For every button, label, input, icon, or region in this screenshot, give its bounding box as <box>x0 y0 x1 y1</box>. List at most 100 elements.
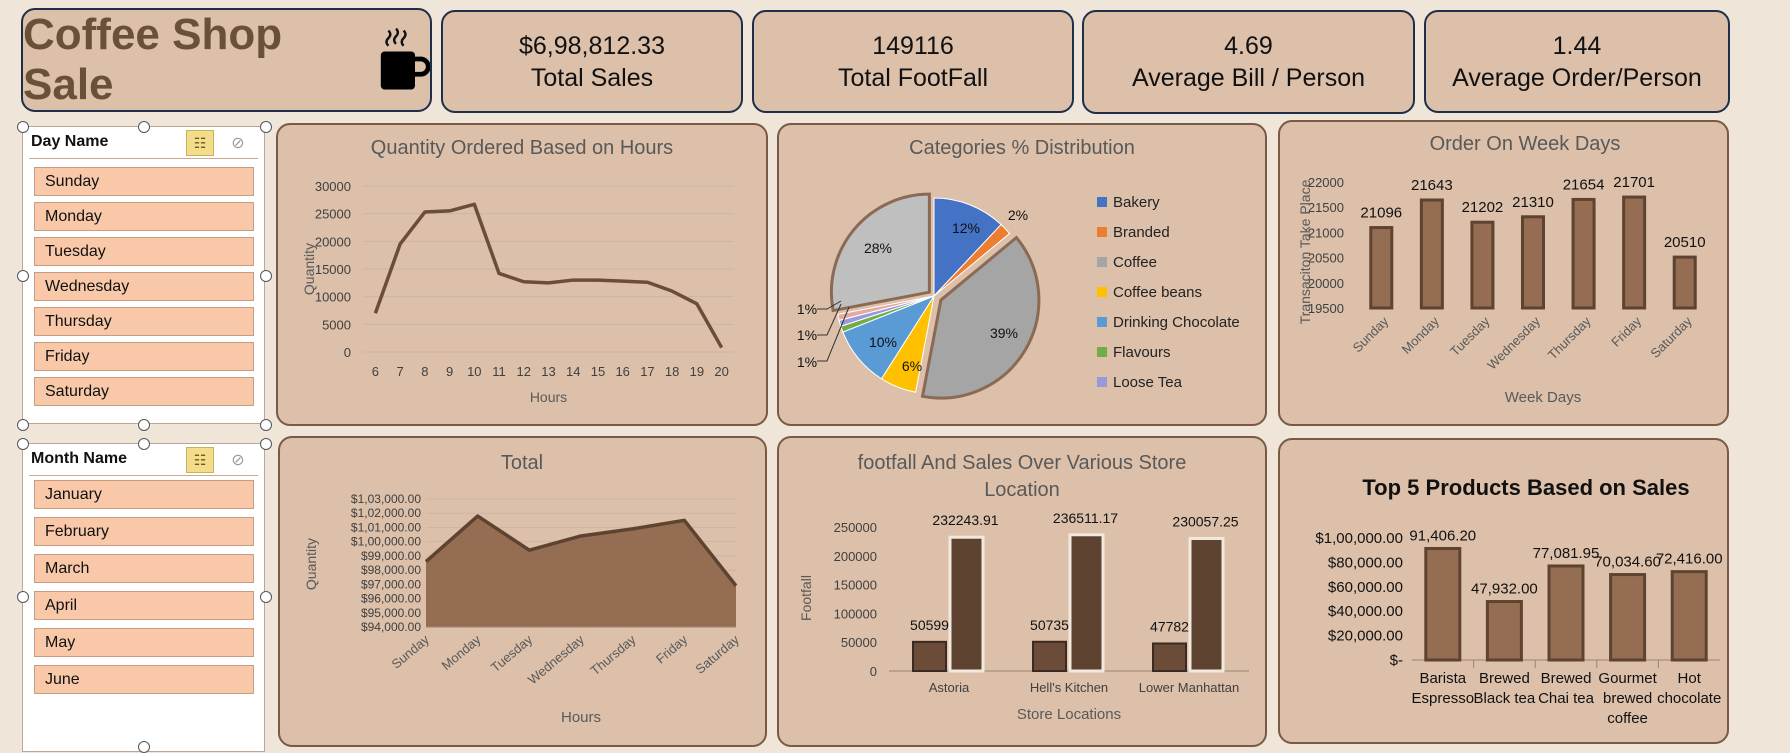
x-tick-label: Chai tea <box>1538 690 1595 707</box>
slicer-item-april[interactable]: April <box>34 591 254 620</box>
x-tick-label: 9 <box>446 364 453 379</box>
resize-handle[interactable] <box>260 270 272 282</box>
x-axis-label: Hours <box>561 709 601 726</box>
x-tick-label: 15 <box>591 364 605 379</box>
day-name-slicer[interactable]: Day Name ☷ ⊘ Sunday Monday Tuesday Wedne… <box>22 126 265 424</box>
slicer-title: Month Name <box>31 450 127 467</box>
y-tick-label: $96,000.00 <box>361 592 421 606</box>
x-tick-label: 12 <box>517 364 531 379</box>
x-tick-label: 6 <box>372 364 379 379</box>
data-label: 236511.17 <box>1053 510 1118 526</box>
legend-swatch <box>1097 197 1107 207</box>
x-tick-label: Barista <box>1419 670 1466 687</box>
y-tick-label: $80,000.00 <box>1328 554 1403 571</box>
slicer-item-friday[interactable]: Friday <box>34 342 254 371</box>
resize-handle[interactable] <box>260 419 272 431</box>
total-area-chart: Total $94,000.00$95,000.00$96,000.00$97,0… <box>303 452 742 726</box>
kpi-label: Average Order/Person <box>1452 63 1702 92</box>
y-axis-label: Quantity <box>301 243 317 295</box>
bar <box>1547 564 1585 662</box>
y-tick-label: $1,00,000.00 <box>1315 530 1403 547</box>
x-tick-label: Hot <box>1678 670 1702 687</box>
y-tick-label: 20000 <box>1308 276 1344 291</box>
y-tick-label: 200000 <box>834 549 877 564</box>
slicer-item-thursday[interactable]: Thursday <box>34 307 254 336</box>
y-tick-label: 250000 <box>834 520 877 535</box>
kpi-average-bill: 4.69 Average Bill / Person <box>1082 10 1415 114</box>
clear-filter-icon[interactable]: ⊘ <box>226 131 250 155</box>
data-label: 21310 <box>1512 194 1554 211</box>
month-name-slicer[interactable]: Month Name ☷ ⊘ January February March Ap… <box>22 443 265 752</box>
x-axis-label: Hours <box>530 389 567 405</box>
y-tick-label: $99,000.00 <box>361 549 421 563</box>
bar-sales <box>1068 533 1105 673</box>
kpi-label: Total Sales <box>530 63 654 92</box>
resize-handle[interactable] <box>138 438 150 450</box>
y-tick-label: 50000 <box>841 635 877 650</box>
y-tick-label: $98,000.00 <box>361 563 421 577</box>
x-tick-label: 13 <box>541 364 555 379</box>
pie-data-label: 10% <box>869 334 897 350</box>
data-label: 21643 <box>1411 177 1453 194</box>
bar <box>1609 573 1647 662</box>
x-tick-label: Monday <box>439 631 484 673</box>
resize-handle[interactable] <box>138 121 150 133</box>
x-tick-label: 20 <box>714 364 728 379</box>
kpi-label: Total FootFall <box>837 63 989 92</box>
kpi-value: 1.44 <box>1552 31 1602 60</box>
data-label: 50735 <box>1030 617 1069 633</box>
multi-select-icon[interactable]: ☷ <box>186 447 214 473</box>
slicer-item-january[interactable]: January <box>34 480 254 509</box>
data-label: 77,081.95 <box>1533 545 1600 562</box>
y-tick-label: $1,03,000.00 <box>351 492 421 506</box>
x-tick-label: Sunday <box>1350 313 1392 355</box>
resize-handle[interactable] <box>138 419 150 431</box>
y-tick-label: $60,000.00 <box>1328 579 1403 596</box>
y-axis-label: Transaciton Take Place <box>1297 179 1313 324</box>
multi-select-icon[interactable]: ☷ <box>186 130 214 156</box>
resize-handle[interactable] <box>17 419 29 431</box>
slicer-item-sunday[interactable]: Sunday <box>34 167 254 196</box>
legend-swatch <box>1097 317 1107 327</box>
slicer-item-june[interactable]: June <box>34 665 254 694</box>
slicer-item-saturday[interactable]: Saturday <box>34 377 254 406</box>
y-tick-label: 5000 <box>322 317 351 332</box>
category-distribution-chart: Categories % Distribution 12% 2% 39% 6% 10% 1%… <box>797 137 1240 400</box>
data-label: 70,034.60 <box>1594 554 1661 571</box>
slicer-item-monday[interactable]: Monday <box>34 202 254 231</box>
slicer-item-march[interactable]: March <box>34 554 254 583</box>
x-tick-label: Tuesday <box>488 631 536 675</box>
resize-handle[interactable] <box>260 438 272 450</box>
resize-handle[interactable] <box>17 270 29 282</box>
y-tick-label: $- <box>1390 652 1403 669</box>
legend-swatch <box>1097 347 1107 357</box>
bar <box>1369 226 1394 310</box>
bar <box>1424 546 1462 662</box>
resize-handle[interactable] <box>17 438 29 450</box>
x-tick-label: Wednesday <box>525 631 587 687</box>
legend-entry: Coffee <box>1113 254 1157 271</box>
slicer-item-tuesday[interactable]: Tuesday <box>34 237 254 266</box>
resize-handle[interactable] <box>17 121 29 133</box>
slicer-item-wednesday[interactable]: Wednesday <box>34 272 254 301</box>
y-tick-label: 30000 <box>315 179 351 194</box>
clear-filter-icon[interactable]: ⊘ <box>226 448 250 472</box>
y-tick-label: 20500 <box>1308 251 1344 266</box>
y-tick-label: $20,000.00 <box>1328 628 1403 645</box>
x-axis-label: Store Locations <box>1017 706 1121 723</box>
y-axis-label: Footfall <box>798 575 814 621</box>
resize-handle[interactable] <box>260 121 272 133</box>
resize-handle[interactable] <box>260 591 272 603</box>
bar <box>1485 600 1523 662</box>
resize-handle[interactable] <box>17 591 29 603</box>
slicer-item-february[interactable]: February <box>34 517 254 546</box>
slicer-item-may[interactable]: May <box>34 628 254 657</box>
resize-handle[interactable] <box>138 741 150 753</box>
data-label: 72,416.00 <box>1656 551 1723 568</box>
pie-data-label: 12% <box>952 220 980 236</box>
legend-swatch <box>1097 257 1107 267</box>
kpi-total-footfall: 149116 Total FootFall <box>752 10 1074 113</box>
chart-title-line: Location <box>984 479 1060 501</box>
x-tick-label: 18 <box>665 364 679 379</box>
pie-data-label: 2% <box>1008 207 1028 223</box>
